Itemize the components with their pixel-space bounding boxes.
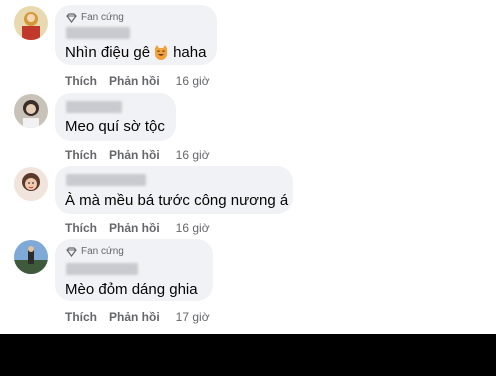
comment-actions: Thích Phản hồi 16 giờ [65,221,210,235]
comment-bubble: À mà mều bá tước công nương á [55,166,293,214]
diamond-icon [66,12,77,23]
author-name-redacted[interactable] [66,27,130,39]
timestamp[interactable]: 16 giờ [176,221,210,235]
comment-actions: Thích Phản hồi 16 giờ [65,148,210,162]
smiling-cat-icon [153,44,169,64]
badge-label: Fan cứng [81,12,124,23]
avatar[interactable] [14,94,48,128]
comment-actions: Thích Phản hồi 16 giờ [65,74,210,88]
like-button[interactable]: Thích [65,74,97,88]
comment-text: Mèo đỏm dáng ghia [65,281,198,298]
comment-text-part: Nhìn điệu gê [65,44,151,61]
comment-bubble: Fan cứng Mèo đỏm dáng ghia [55,239,213,301]
reply-button[interactable]: Phản hồi [109,74,160,88]
comment-actions: Thích Phản hồi 17 giờ [65,310,210,324]
timestamp[interactable]: 16 giờ [176,148,210,162]
diamond-icon [66,246,77,257]
like-button[interactable]: Thích [65,221,97,235]
comment-bubble: Fan cứng Nhìn điệu gê haha [55,5,217,65]
badge-label: Fan cứng [81,246,124,257]
comment-text: À mà mều bá tước công nương á [65,192,289,209]
comment-text: Nhìn điệu gê haha [65,44,206,64]
avatar[interactable] [14,6,48,40]
author-name-redacted[interactable] [66,174,146,186]
avatar[interactable] [14,167,48,201]
comment-bubble: Meo quí sờ tộc [55,93,176,141]
top-fan-badge: Fan cứng [66,246,124,257]
like-button[interactable]: Thích [65,310,97,324]
reply-button[interactable]: Phản hồi [109,221,160,235]
black-bottom-bar [0,334,496,376]
timestamp[interactable]: 16 giờ [176,74,210,88]
reply-button[interactable]: Phản hồi [109,148,160,162]
reply-button[interactable]: Phản hồi [109,310,160,324]
timestamp[interactable]: 17 giờ [176,310,210,324]
comment-text: Meo quí sờ tộc [65,118,165,135]
author-name-redacted[interactable] [66,263,138,275]
top-fan-badge: Fan cứng [66,12,124,23]
author-name-redacted[interactable] [66,101,122,113]
like-button[interactable]: Thích [65,148,97,162]
comment-text-part: haha [173,44,207,61]
avatar[interactable] [14,240,48,274]
